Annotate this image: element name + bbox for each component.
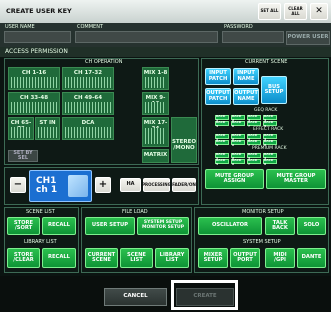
system-monitor-setup-button[interactable]: SYSTEM SETUP MONITOR SETUP (137, 217, 189, 235)
geq-rack-cell[interactable]: RACK 5 (215, 120, 229, 128)
meter-strip (145, 128, 166, 144)
close-button[interactable]: ✕ (310, 3, 328, 20)
stereo-mono-group[interactable]: STEREO /MONO (171, 117, 197, 163)
talkback-button[interactable]: TALK BACK (265, 217, 295, 235)
ha-button[interactable]: HA (120, 178, 141, 192)
premium-rack-cell[interactable]: RACK 5 (215, 158, 229, 166)
processing-button[interactable]: PROCESSING (142, 178, 171, 192)
ch-group-label: ST IN (39, 120, 56, 126)
scene-recall-button[interactable]: RECALL (42, 217, 76, 235)
output-port-button[interactable]: OUTPUT PORT (230, 248, 260, 268)
meter-strip (38, 127, 57, 138)
output-patch-button[interactable]: OUTPUT PATCH (205, 88, 231, 105)
channel-name: ch 1 (36, 185, 58, 195)
effect-rack-cell[interactable]: RACK 6 (231, 139, 245, 147)
microphone-icon (68, 175, 88, 197)
comment-label: COMMENT (77, 24, 104, 30)
comment-field[interactable] (75, 31, 218, 43)
create-user-key-dialog: { "title": "CREATE USER KEY", "top_icons… (0, 0, 331, 312)
mixer-setup-button[interactable]: MIXER SETUP (198, 248, 228, 268)
geq-rack-cell[interactable]: RACK 7 (247, 120, 261, 128)
meter-strip (65, 102, 111, 113)
input-patch-button[interactable]: INPUT PATCH (205, 68, 231, 85)
current-scene-title: CURRENT SCENE (245, 59, 288, 65)
password-field[interactable] (222, 31, 284, 43)
channel-next-button[interactable]: + (95, 177, 111, 193)
ch-group-label: CH 33-48 (19, 95, 49, 101)
meter-strip (11, 127, 31, 138)
input-name-button[interactable]: INPUT NAME (233, 68, 259, 85)
effect-rack-cell[interactable]: RACK 5 (215, 139, 229, 147)
geq-rack-cell[interactable]: RACK 8 (263, 120, 277, 128)
channel-prev-button[interactable]: − (10, 177, 26, 193)
premium-rack-cell[interactable]: RACK 6 (231, 158, 245, 166)
premium-rack-cell[interactable]: RACK 7 (247, 158, 261, 166)
ch-group-label: CH 1-16 (21, 70, 47, 76)
dialog-title: CREATE USER KEY (6, 7, 72, 15)
output-name-button[interactable]: OUTPUT NAME (233, 88, 259, 105)
geq-rack-cell[interactable]: RACK 6 (231, 120, 245, 128)
ch-group-label: MIX 1-8 (143, 70, 168, 76)
power-user-button[interactable]: POWER USER (286, 31, 330, 45)
set-all-icon: SET ALL (260, 8, 279, 14)
scene-store-sort-button[interactable]: STORE /SORT (7, 217, 40, 235)
mute-group-master-button[interactable]: MUTE GROUP MASTER (266, 169, 326, 189)
effect-rack-cell[interactable]: RACK 7 (247, 139, 261, 147)
load-scene-list-button[interactable]: SCENE LIST (120, 248, 153, 268)
password-label: PASSWORD (224, 24, 253, 30)
bus-setup-button[interactable]: BUS SETUP (261, 76, 287, 104)
library-store-clear-button[interactable]: STORE /CLEAR (7, 248, 40, 268)
meter-strip (11, 77, 57, 88)
load-library-list-button[interactable]: LIBRARY LIST (155, 248, 189, 268)
set-by-sel-button[interactable]: SET BY SEL (8, 150, 38, 162)
user-name-field[interactable] (4, 31, 71, 43)
user-name-label: USER NAME (5, 24, 35, 30)
load-current-scene-button[interactable]: CURRENT SCENE (85, 248, 118, 268)
oscillator-button[interactable]: OSCILLATOR (198, 217, 262, 235)
ch-group-label: DCA (81, 120, 95, 126)
access-permission-title: ACCESS PERMISSION (5, 48, 68, 55)
meter-strip (11, 102, 57, 113)
scene-list-title: SCENE LIST (26, 209, 55, 215)
matrix-group[interactable]: MATRIX (142, 149, 169, 163)
meter-strip (65, 127, 111, 138)
create-button[interactable]: CREATE (176, 288, 234, 306)
mute-group-assign-button[interactable]: MUTE GROUP ASSIGN (205, 169, 264, 189)
clear-all-button[interactable]: CLEAR ALL (284, 3, 307, 20)
clear-all-icon: CLEAR ALL (288, 6, 303, 16)
cancel-button[interactable]: CANCEL (104, 288, 167, 306)
meter-strip (145, 77, 166, 88)
monitor-setup-title: MONITOR SETUP (242, 209, 284, 215)
user-setup-button[interactable]: USER SETUP (85, 217, 135, 235)
system-setup-title: SYSTEM SETUP (243, 239, 281, 245)
ch-operation-title: CH OPERATION (85, 59, 123, 65)
dante-button[interactable]: DANTE (297, 248, 326, 268)
meter-strip (65, 77, 111, 88)
midi-gpi-button[interactable]: MIDI /GPI (265, 248, 295, 268)
library-recall-button[interactable]: RECALL (42, 248, 76, 268)
meter-strip (145, 102, 166, 113)
ch-group-label: MATRIX (143, 152, 168, 159)
set-all-button[interactable]: SET ALL (258, 3, 281, 20)
ch-group-label: CH 17-32 (73, 70, 103, 76)
library-list-title: LIBRARY LIST (24, 239, 57, 245)
premium-rack-cell[interactable]: RACK 8 (263, 158, 277, 166)
effect-rack-cell[interactable]: RACK 8 (263, 139, 277, 147)
fader-on-button[interactable]: FADER/ON (172, 178, 196, 192)
close-icon: ✕ (315, 5, 323, 16)
ch-group-label: CH 49-64 (73, 95, 103, 101)
ch-group-label: STEREO /MONO (171, 139, 197, 151)
file-load-title: FILE LOAD (122, 209, 148, 215)
solo-button[interactable]: SOLO (297, 217, 326, 235)
